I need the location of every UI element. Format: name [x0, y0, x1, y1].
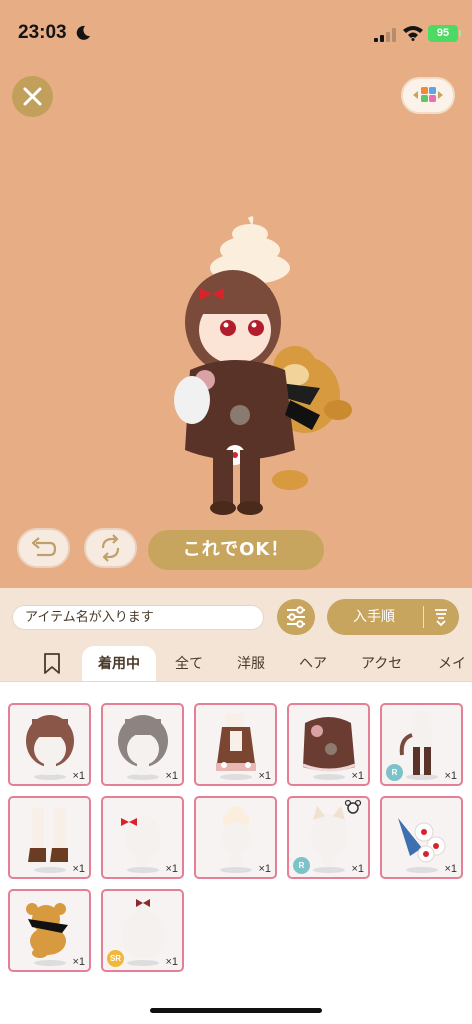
sort-descending-icon	[435, 609, 447, 627]
bookmark-icon[interactable]	[43, 653, 61, 674]
item-quantity: ×1	[444, 770, 457, 782]
tab-hair[interactable]: ヘア	[299, 646, 327, 681]
item-card[interactable]: ×1	[8, 703, 91, 786]
home-indicator	[150, 1008, 322, 1013]
item-card[interactable]: ×1	[101, 703, 184, 786]
tab-accessories[interactable]: アクセ	[361, 646, 402, 681]
avatar-stage: 23:03 95 これでOK！	[0, 0, 472, 588]
sort-divider	[423, 606, 424, 628]
item-quantity: ×1	[444, 863, 457, 875]
item-quantity: ×1	[258, 863, 271, 875]
undo-icon	[31, 537, 57, 557]
rarity-badge: SR	[107, 950, 124, 967]
item-quantity: ×1	[165, 863, 178, 875]
battery-indicator: 95	[428, 25, 461, 42]
item-card[interactable]: ×1	[194, 796, 277, 879]
avatar-character	[174, 216, 352, 515]
rarity-badge: R	[293, 857, 310, 874]
rotate-icon	[101, 534, 120, 562]
item-card[interactable]: ×1	[101, 796, 184, 879]
color-palette-button[interactable]	[401, 77, 455, 114]
item-quantity: ×1	[72, 770, 85, 782]
sort-order-button[interactable]: 入手順	[327, 599, 459, 635]
tab-wearing[interactable]: 着用中	[82, 646, 156, 681]
item-quantity: ×1	[258, 770, 271, 782]
moon-icon	[76, 25, 90, 40]
item-card[interactable]: SR ×1	[101, 889, 184, 972]
status-bar: 23:03 95	[0, 0, 472, 64]
item-card[interactable]: ×1	[8, 889, 91, 972]
signal-icon	[374, 28, 396, 42]
item-quantity: ×1	[351, 863, 364, 875]
item-card[interactable]: ×1	[8, 796, 91, 879]
tab-clothes[interactable]: 洋服	[237, 646, 265, 681]
item-card[interactable]: ×1	[380, 796, 463, 879]
wifi-icon	[403, 26, 423, 41]
close-button[interactable]	[12, 76, 53, 117]
item-search-input[interactable]: アイテム名が入ります	[12, 605, 264, 630]
item-toolbar: アイテム名が入ります 入手順	[0, 588, 472, 646]
close-icon	[23, 87, 42, 106]
item-panel: アイテム名が入ります 入手順 着用中 全て 洋服 ヘア アクセ メイ ×1 ×1…	[0, 588, 472, 1024]
item-quantity: ×1	[351, 770, 364, 782]
item-quantity: ×1	[165, 956, 178, 968]
item-card[interactable]: ×1	[287, 703, 370, 786]
undo-button[interactable]	[17, 528, 70, 568]
clock: 23:03	[18, 22, 67, 43]
color-grid-icon	[413, 87, 443, 102]
rotate-button[interactable]	[84, 528, 137, 568]
item-quantity: ×1	[165, 770, 178, 782]
category-tabs: 着用中 全て 洋服 ヘア アクセ メイ	[0, 646, 472, 682]
confirm-ok-button[interactable]: これでOK！	[148, 530, 324, 570]
sliders-icon	[287, 606, 305, 628]
filter-button[interactable]	[277, 599, 315, 635]
item-card[interactable]: ×1	[194, 703, 277, 786]
item-quantity: ×1	[72, 863, 85, 875]
rarity-badge: R	[386, 764, 403, 781]
item-card[interactable]: R ×1	[380, 703, 463, 786]
sort-label: 入手順	[353, 609, 395, 625]
item-card[interactable]: R ×1	[287, 796, 370, 879]
tab-all[interactable]: 全て	[175, 646, 203, 681]
tab-makeup[interactable]: メイ	[438, 646, 466, 681]
item-quantity: ×1	[72, 956, 85, 968]
